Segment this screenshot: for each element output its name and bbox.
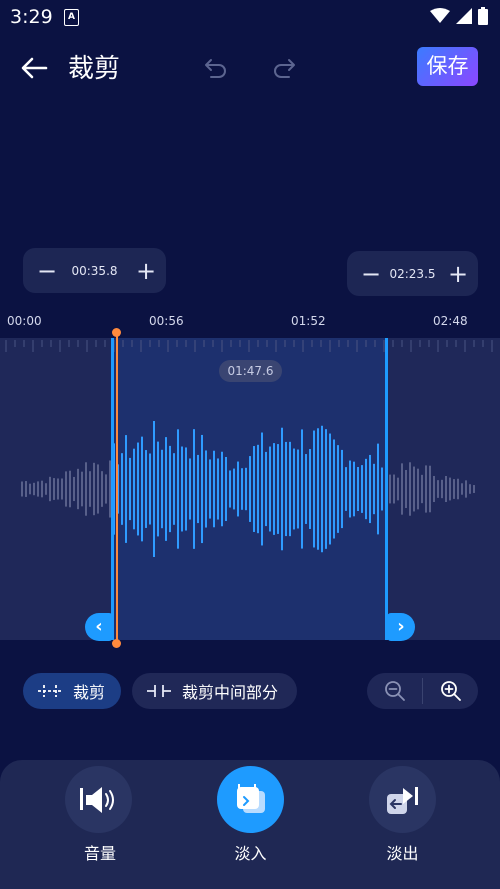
end-time-adjuster: − 02:23.5 + xyxy=(347,251,478,296)
playhead-line[interactable] xyxy=(116,333,118,644)
timeline-tick-label: 01:52 xyxy=(291,314,326,328)
zoom-in-icon xyxy=(440,681,461,701)
trim-mode-label: 裁剪 xyxy=(73,683,106,702)
playhead-top-knob[interactable] xyxy=(112,328,121,337)
end-boundary-line[interactable] xyxy=(385,338,388,640)
timeline-tick-label: 02:48 xyxy=(433,314,468,328)
start-handle[interactable]: ‹ xyxy=(85,613,113,641)
zoom-in-button[interactable] xyxy=(423,673,478,709)
waveform[interactable] xyxy=(0,338,500,640)
signal-icon xyxy=(456,8,472,24)
end-handle[interactable]: › xyxy=(387,613,415,641)
fade-in-button[interactable] xyxy=(217,766,284,833)
page-title: 裁剪 xyxy=(68,54,121,84)
wifi-icon xyxy=(430,8,450,23)
end-time-decrease-button[interactable]: − xyxy=(361,262,381,286)
playhead-time-badge: 01:47.6 xyxy=(219,360,282,382)
fade-out-icon xyxy=(386,786,418,814)
start-time-adjuster: − 00:35.8 + xyxy=(23,248,166,293)
volume-label: 音量 xyxy=(84,844,117,863)
back-arrow-icon[interactable] xyxy=(18,52,50,84)
playhead-bottom-knob[interactable] xyxy=(112,639,121,648)
trim-middle-icon xyxy=(147,685,171,697)
start-time-increase-button[interactable]: + xyxy=(136,259,156,283)
fade-in-label: 淡入 xyxy=(234,844,267,863)
timeline-tick-label: 00:56 xyxy=(149,314,184,328)
fade-out-label: 淡出 xyxy=(386,844,419,863)
timeline-tick-label: 00:00 xyxy=(7,314,42,328)
zoom-out-button[interactable] xyxy=(367,673,422,709)
status-icons xyxy=(430,7,488,25)
volume-icon xyxy=(79,786,114,813)
zoom-out-icon xyxy=(384,681,405,701)
fade-out-button[interactable] xyxy=(369,766,436,833)
start-time-decrease-button[interactable]: − xyxy=(37,259,57,283)
end-time-increase-button[interactable]: + xyxy=(448,262,468,286)
end-time-value: 02:23.5 xyxy=(389,266,436,281)
redo-icon[interactable] xyxy=(270,54,298,82)
trim-middle-mode-label: 裁剪中间部分 xyxy=(182,683,279,702)
trim-icon xyxy=(38,685,62,697)
zoom-controls xyxy=(367,673,478,709)
undo-icon[interactable] xyxy=(202,54,230,82)
trim-middle-mode-button[interactable]: 裁剪中间部分 xyxy=(132,673,297,709)
notification-icon: A xyxy=(64,9,79,26)
status-time: 3:29 xyxy=(10,6,53,28)
start-boundary-line[interactable] xyxy=(111,338,114,640)
volume-button[interactable] xyxy=(65,766,132,833)
fade-in-icon xyxy=(236,783,265,813)
save-button[interactable]: 保存 xyxy=(417,47,478,86)
battery-icon xyxy=(478,7,488,25)
start-time-value: 00:35.8 xyxy=(71,263,118,278)
trim-mode-button[interactable]: 裁剪 xyxy=(23,673,121,709)
